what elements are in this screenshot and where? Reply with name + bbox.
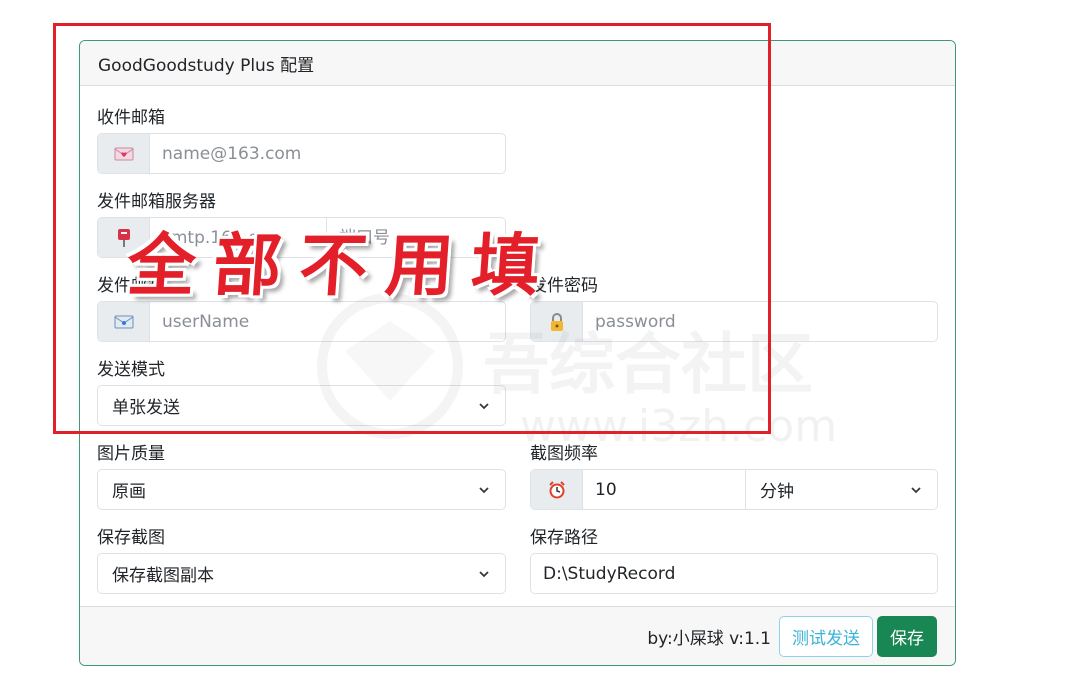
send-server-field: 发件邮箱服务器: [97, 191, 506, 258]
receive-email-group: [97, 133, 506, 174]
send-mode-field: 发送模式 单张发送: [97, 359, 506, 426]
save-path-field: 保存路径: [530, 527, 938, 594]
config-card: GoodGoodstudy Plus 配置 收件邮箱 发件邮箱服务器 发件邮箱: [79, 40, 956, 666]
save-button[interactable]: 保存: [877, 615, 937, 657]
send-mode-select[interactable]: 单张发送: [97, 385, 506, 426]
card-header: GoodGoodstudy Plus 配置: [80, 41, 955, 86]
smtp-port-input[interactable]: [326, 218, 505, 257]
save-path-group: [530, 553, 938, 594]
receive-email-input[interactable]: [150, 134, 505, 173]
version-label: by:小屎球 v:1.1: [647, 628, 771, 649]
save-capture-select[interactable]: 保存截图副本: [97, 553, 506, 594]
receive-email-field: 收件邮箱: [97, 107, 506, 174]
alarm-clock-icon: [531, 470, 583, 509]
capture-freq-label: 截图频率: [530, 444, 598, 464]
send-email-label: 发件邮箱: [97, 276, 165, 296]
page-title: GoodGoodstudy Plus 配置: [98, 55, 315, 76]
capture-unit-value: 分钟: [760, 482, 794, 502]
capture-freq-group: 分钟: [530, 469, 938, 510]
send-server-group: [97, 217, 506, 258]
card-footer: by:小屎球 v:1.1 测试发送 保存: [80, 606, 955, 665]
chevron-down-icon: [479, 486, 489, 493]
send-password-field: 发件密码: [530, 275, 938, 342]
love-letter-icon: [98, 134, 150, 173]
save-capture-value: 保存截图副本: [112, 566, 214, 586]
send-email-field: 发件邮箱: [97, 275, 506, 342]
image-quality-value: 原画: [112, 482, 146, 502]
save-path-input[interactable]: [531, 563, 937, 584]
send-password-input[interactable]: [583, 302, 937, 341]
chevron-down-icon: [479, 402, 489, 409]
send-password-group: [530, 301, 938, 342]
image-quality-field: 图片质量 原画: [97, 443, 506, 510]
receive-email-label: 收件邮箱: [97, 108, 165, 128]
chevron-down-icon: [911, 486, 921, 493]
capture-unit-select[interactable]: 分钟: [745, 470, 937, 509]
send-password-label: 发件密码: [530, 276, 598, 296]
send-email-input[interactable]: [150, 302, 505, 341]
save-path-label: 保存路径: [530, 528, 598, 548]
capture-freq-field: 截图频率 分钟: [530, 443, 938, 510]
send-mode-label: 发送模式: [97, 360, 165, 380]
send-server-label: 发件邮箱服务器: [97, 192, 216, 212]
send-mode-value: 单张发送: [112, 398, 180, 418]
image-quality-select[interactable]: 原画: [97, 469, 506, 510]
chevron-down-icon: [479, 570, 489, 577]
image-quality-label: 图片质量: [97, 444, 165, 464]
send-email-group: [97, 301, 506, 342]
envelope-icon: [98, 302, 150, 341]
save-capture-label: 保存截图: [97, 528, 165, 548]
postbox-icon: [98, 218, 150, 257]
smtp-host-input[interactable]: [150, 218, 326, 257]
test-send-button[interactable]: 测试发送: [779, 615, 873, 657]
save-capture-field: 保存截图 保存截图副本: [97, 527, 506, 594]
capture-freq-input[interactable]: [583, 470, 745, 509]
lock-icon: [531, 302, 583, 341]
